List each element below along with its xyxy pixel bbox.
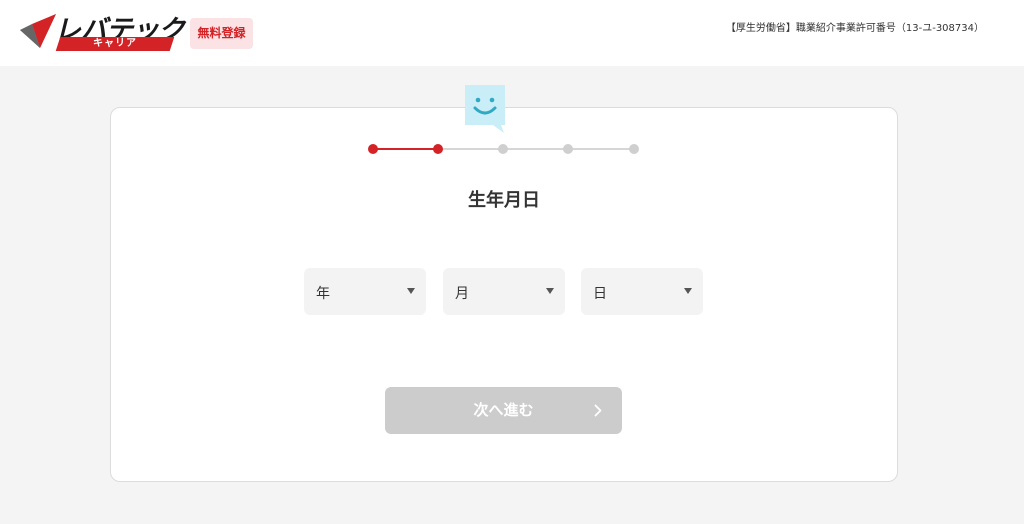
header: レバテック キャリア 無料登録 【厚生労働省】職業紹介事業許可番号（13-ユ-3…	[0, 0, 1024, 66]
month-select[interactable]: 月	[443, 268, 565, 315]
step-connector-3	[503, 148, 568, 150]
caret-down-icon	[684, 288, 692, 294]
caret-down-icon	[546, 288, 554, 294]
step-connector-1	[373, 148, 438, 150]
step-connector-2	[438, 148, 503, 150]
progress-stepper	[368, 143, 640, 155]
step-dot-1	[368, 144, 378, 154]
logo-mark-icon	[20, 14, 56, 48]
step-dot-4	[563, 144, 573, 154]
logo-subtitle: キャリア	[55, 37, 175, 51]
step-dot-5	[629, 144, 639, 154]
step-dot-3	[498, 144, 508, 154]
caret-down-icon	[407, 288, 415, 294]
year-select[interactable]: 年	[304, 268, 426, 315]
next-button-label: 次へ進む	[473, 401, 534, 419]
license-number: 【厚生労働省】職業紹介事業許可番号（13-ユ-308734）	[725, 23, 984, 34]
step-dot-2	[433, 144, 443, 154]
year-select-label: 年	[316, 286, 330, 302]
levtech-career-logo[interactable]: レバテック キャリア	[18, 10, 185, 52]
logo-subtitle-text: キャリア	[93, 38, 137, 49]
chevron-right-icon	[594, 404, 602, 417]
next-button[interactable]: 次へ進む	[385, 387, 622, 434]
step-connector-4	[568, 148, 634, 150]
free-registration-badge: 無料登録	[190, 18, 253, 49]
month-select-label: 月	[455, 286, 469, 302]
day-select[interactable]: 日	[581, 268, 703, 315]
smile-bubble-icon	[465, 85, 505, 133]
page-title: 生年月日	[468, 190, 540, 211]
day-select-label: 日	[593, 286, 607, 302]
